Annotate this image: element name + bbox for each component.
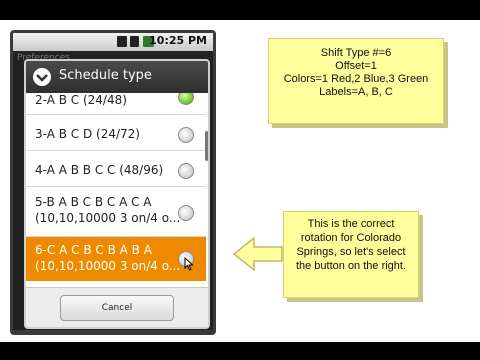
signal-icon bbox=[130, 36, 139, 47]
arrow-left-icon bbox=[232, 236, 283, 272]
phone-screen: 10:25 PM Preferences Schedule type 2-A B… bbox=[13, 33, 213, 330]
option-label: 4-A A B B C C (48/96) bbox=[35, 163, 164, 177]
instruction-note: This is the correct rotation for Colorad… bbox=[283, 211, 419, 298]
option-row-5[interactable]: 5-B A B C B C A C A (10,10,10000 3 on/4 … bbox=[26, 187, 206, 237]
note-line: Offset=1 bbox=[335, 60, 377, 72]
option-label: 2-A B C (24/48) bbox=[35, 93, 127, 107]
note-line: Shift Type #=6 bbox=[320, 47, 392, 59]
instruction-text: This is the correct rotation for Colorad… bbox=[295, 218, 407, 272]
note-line: Labels=A, B, C bbox=[319, 86, 393, 98]
option-label-line2: (10,10,10000 3 on/4 o... bbox=[35, 211, 181, 225]
radio-button[interactable] bbox=[178, 127, 194, 143]
option-label-line1: 6-C A C B C B A B A bbox=[35, 243, 152, 257]
cursor-icon bbox=[184, 257, 194, 271]
option-row-3[interactable]: 3-A B C D (24/72) bbox=[26, 115, 206, 151]
option-label: 3-A B C D (24/72) bbox=[35, 127, 140, 141]
option-row-4[interactable]: 4-A A B B C C (48/96) bbox=[26, 151, 206, 187]
dialog-title-bar: Schedule type bbox=[26, 61, 208, 93]
cancel-button[interactable]: Cancel bbox=[60, 295, 174, 321]
status-time: 10:25 PM bbox=[149, 34, 207, 47]
network-icon bbox=[117, 36, 127, 47]
shift-info-note: Shift Type #=6 Offset=1 Colors=1 Red,2 B… bbox=[268, 38, 444, 124]
top-black-bar bbox=[0, 0, 480, 20]
option-row-2[interactable]: 2-A B C (24/48) bbox=[26, 93, 206, 115]
scrollbar[interactable] bbox=[205, 131, 208, 161]
chevron-down-icon bbox=[33, 68, 51, 86]
radio-button[interactable] bbox=[178, 163, 194, 179]
option-label-line2: (10,10,10000 3 on/4 o... bbox=[35, 259, 181, 273]
radio-button[interactable] bbox=[178, 93, 194, 105]
status-bar: 10:25 PM bbox=[13, 33, 213, 51]
schedule-options-list[interactable]: 2-A B C (24/48) 3-A B C D (24/72) 4-A A … bbox=[26, 93, 208, 287]
note-line: Colors=1 Red,2 Blue,3 Green bbox=[283, 73, 429, 85]
bottom-black-bar bbox=[0, 342, 480, 360]
option-label-line1: 5-B A B C B C A C A bbox=[35, 195, 152, 209]
radio-button[interactable] bbox=[178, 205, 194, 221]
schedule-type-dialog: Schedule type 2-A B C (24/48) 3-A B C D … bbox=[24, 59, 210, 329]
dialog-title: Schedule type bbox=[59, 68, 152, 83]
dialog-footer: Cancel bbox=[26, 287, 208, 327]
option-row-6-selected[interactable]: 6-C A C B C B A B A (10,10,10000 3 on/4 … bbox=[26, 237, 206, 281]
